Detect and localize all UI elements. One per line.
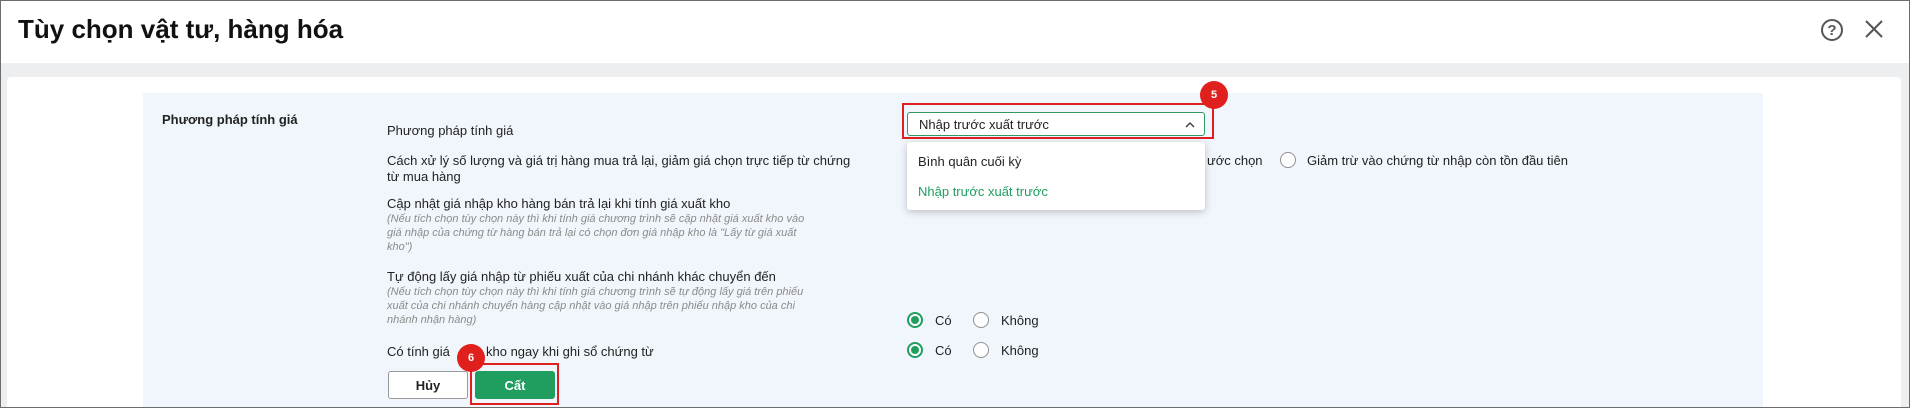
- calc-on-post-yes-label: Có: [935, 343, 952, 358]
- return-handling-option2-label: Giảm trừ vào chứng từ nhập còn tồn đầu t…: [1307, 153, 1568, 168]
- step-badge-6: 6: [457, 344, 485, 372]
- update-return-price-note-line1: (Nếu tích chọn tùy chọn này thì khi tính…: [387, 213, 805, 225]
- dropdown-option-average[interactable]: Bình quân cuối kỳ: [918, 154, 1021, 169]
- auto-transfer-no-radio[interactable]: [973, 312, 989, 328]
- pricing-method-selected: Nhập trước xuất trước: [919, 117, 1049, 132]
- dropdown-option-fifo[interactable]: Nhập trước xuất trước: [918, 184, 1048, 199]
- calc-on-post-label-left: Có tính giá: [387, 344, 450, 359]
- auto-transfer-yes-radio[interactable]: [907, 312, 923, 328]
- calc-on-post-no-label: Không: [1001, 343, 1039, 358]
- return-handling-option1-label: ước chọn: [1207, 153, 1263, 168]
- calc-on-post-label-right: kho ngay khi ghi sổ chứng từ: [486, 344, 654, 359]
- auto-transfer-price-note-line2: xuất của chi nhánh chuyển hàng cập nhật …: [387, 300, 795, 312]
- dialog: Tùy chọn vật tư, hàng hóa ? Phương pháp …: [0, 0, 1910, 408]
- auto-transfer-price-label: Tự động lấy giá nhập từ phiếu xuất của c…: [387, 269, 776, 284]
- pricing-method-label: Phương pháp tính giá: [387, 123, 514, 138]
- return-handling-label-line1: Cách xử lý số lượng và giá trị hàng mua …: [387, 153, 851, 168]
- auto-transfer-price-note-line3: nhánh nhận hàng): [387, 314, 477, 326]
- pricing-method-select[interactable]: Nhập trước xuất trước: [907, 112, 1205, 136]
- auto-transfer-no-label: Không: [1001, 313, 1039, 328]
- pricing-method-dropdown: Bình quân cuối kỳ Nhập trước xuất trước: [907, 142, 1205, 210]
- return-handling-option2-radio[interactable]: [1280, 152, 1296, 168]
- cancel-button[interactable]: Hủy: [388, 371, 468, 399]
- close-icon[interactable]: [1861, 16, 1887, 42]
- dialog-header: Tùy chọn vật tư, hàng hóa ?: [1, 1, 1909, 63]
- pricing-section: [143, 93, 1763, 407]
- return-handling-label-line2: từ mua hàng: [387, 169, 461, 184]
- dialog-title: Tùy chọn vật tư, hàng hóa: [18, 14, 344, 44]
- update-return-price-note-line3: kho"): [387, 241, 413, 253]
- chevron-up-icon: [1185, 121, 1195, 128]
- auto-transfer-yes-label: Có: [935, 313, 952, 328]
- auto-transfer-price-note-line1: (Nếu tích chọn tùy chọn này thì khi tính…: [387, 286, 804, 298]
- section-title: Phương pháp tính giá: [162, 112, 298, 127]
- save-button[interactable]: Cất: [475, 371, 555, 399]
- update-return-price-label: Cập nhật giá nhập kho hàng bán trả lại k…: [387, 196, 731, 211]
- calc-on-post-yes-radio[interactable]: [907, 342, 923, 358]
- step-badge-5: 5: [1200, 81, 1228, 109]
- help-icon[interactable]: ?: [1821, 19, 1843, 41]
- update-return-price-note-line2: giá nhập của chứng từ hàng bán trả lại c…: [387, 227, 797, 239]
- calc-on-post-no-radio[interactable]: [973, 342, 989, 358]
